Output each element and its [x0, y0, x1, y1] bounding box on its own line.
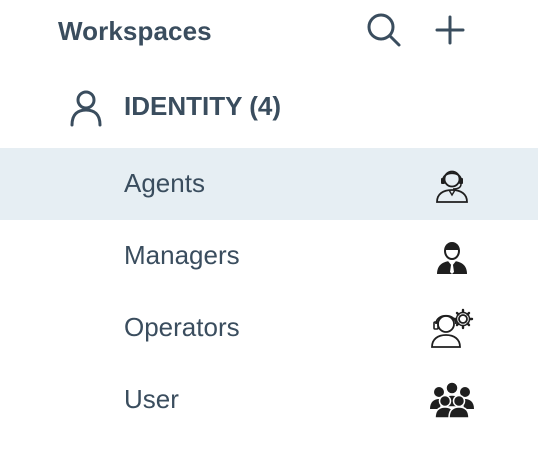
workspaces-header: Workspaces: [0, 0, 538, 64]
workspace-item-operators[interactable]: Operators: [0, 292, 538, 364]
group-identity-label: IDENTITY (4): [124, 91, 281, 121]
headset-agent-icon: [430, 164, 474, 204]
plus-icon: [434, 14, 466, 51]
workspace-item-label: User: [124, 384, 179, 414]
operator-gear-icon: [430, 308, 474, 348]
workspace-item-user[interactable]: User: [0, 364, 538, 436]
user-outline-icon: [66, 88, 106, 128]
workspace-item-label: Operators: [124, 312, 240, 342]
workspace-item-label: Managers: [124, 240, 240, 270]
search-icon: [365, 11, 403, 54]
workspace-item-managers[interactable]: Managers: [0, 220, 538, 292]
manager-tie-icon: [430, 236, 474, 276]
workspace-item-agents[interactable]: Agents: [0, 148, 538, 220]
workspaces-title: Workspaces: [58, 16, 212, 46]
workspaces-panel: Workspaces IDENTITY (4) Agents Managers …: [0, 0, 538, 458]
group-identity[interactable]: IDENTITY (4): [0, 78, 538, 136]
user-group-icon: [430, 380, 474, 420]
add-workspace-button[interactable]: [430, 12, 470, 52]
search-button[interactable]: [364, 12, 404, 52]
workspace-item-label: Agents: [124, 168, 205, 198]
